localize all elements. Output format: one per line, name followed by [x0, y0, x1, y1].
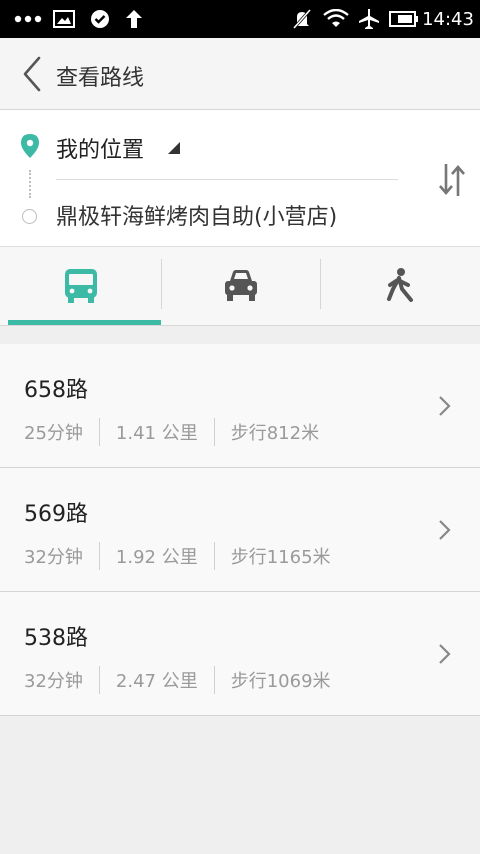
- distance: 1.92 公里: [115, 547, 198, 568]
- more-dots-icon: [12, 0, 44, 38]
- swap-button[interactable]: [436, 160, 468, 200]
- route-result-row[interactable]: 538路 32分钟 2.47 公里 步行1069米: [0, 592, 480, 716]
- meta-divider: [213, 418, 215, 446]
- back-button[interactable]: [18, 54, 46, 94]
- chevron-right-icon: [439, 396, 451, 416]
- active-tab-indicator: [8, 320, 161, 325]
- tab-bus[interactable]: [0, 247, 161, 325]
- page-title: 查看路线: [56, 66, 145, 91]
- walk-distance: 步行1069米: [230, 671, 331, 692]
- route-meta: 32分钟 2.47 公里 步行1069米: [24, 666, 331, 694]
- route-meta: 32分钟 1.92 公里 步行1165米: [24, 542, 331, 570]
- route-name: 538路: [24, 626, 88, 651]
- destination-dot-icon: [22, 209, 37, 224]
- tab-car[interactable]: [161, 247, 320, 325]
- meta-divider: [98, 542, 100, 570]
- app-header: 查看路线: [0, 38, 480, 110]
- car-icon: [224, 270, 257, 301]
- duration: 25分钟: [24, 423, 83, 444]
- bus-icon: [64, 269, 97, 303]
- status-bar: 14:43: [0, 0, 480, 38]
- meta-divider: [213, 542, 215, 570]
- battery-icon: [388, 0, 420, 38]
- route-name: 569路: [24, 502, 88, 527]
- meta-divider: [213, 666, 215, 694]
- origin-field[interactable]: 我的位置: [56, 132, 144, 164]
- clock: 14:43: [422, 8, 474, 30]
- airplane-icon: [356, 0, 382, 38]
- route-connector: [29, 170, 31, 198]
- distance: 1.41 公里: [115, 423, 198, 444]
- divider: [56, 179, 398, 180]
- route-name: 658路: [24, 378, 88, 403]
- upload-arrow-icon: [122, 0, 146, 38]
- meta-divider: [98, 418, 100, 446]
- tab-walk[interactable]: [320, 247, 480, 325]
- meta-divider: [98, 666, 100, 694]
- walk-icon: [387, 268, 413, 302]
- wifi-icon: [322, 0, 350, 38]
- chevron-left-icon: [23, 56, 41, 92]
- walk-distance: 步行812米: [230, 423, 320, 444]
- walk-distance: 步行1165米: [230, 547, 331, 568]
- route-result-row[interactable]: 569路 32分钟 1.92 公里 步行1165米: [0, 468, 480, 592]
- chevron-right-icon: [439, 520, 451, 540]
- chevron-right-icon: [439, 644, 451, 664]
- duration: 32分钟: [24, 671, 83, 692]
- destination-field[interactable]: 鼎极轩海鲜烤肉自助(小营店): [56, 199, 337, 231]
- transport-mode-tabs: [0, 246, 480, 326]
- location-pin-icon: [20, 133, 40, 163]
- image-icon: [52, 0, 76, 38]
- mute-icon: [290, 0, 314, 38]
- origin-dropdown-icon[interactable]: [168, 142, 180, 154]
- route-result-row[interactable]: 658路 25分钟 1.41 公里 步行812米: [0, 344, 480, 468]
- duration: 32分钟: [24, 547, 83, 568]
- distance: 2.47 公里: [115, 671, 198, 692]
- route-meta: 25分钟 1.41 公里 步行812米: [24, 418, 319, 446]
- check-circle-icon: [88, 0, 112, 38]
- swap-arrows-icon: [439, 164, 465, 196]
